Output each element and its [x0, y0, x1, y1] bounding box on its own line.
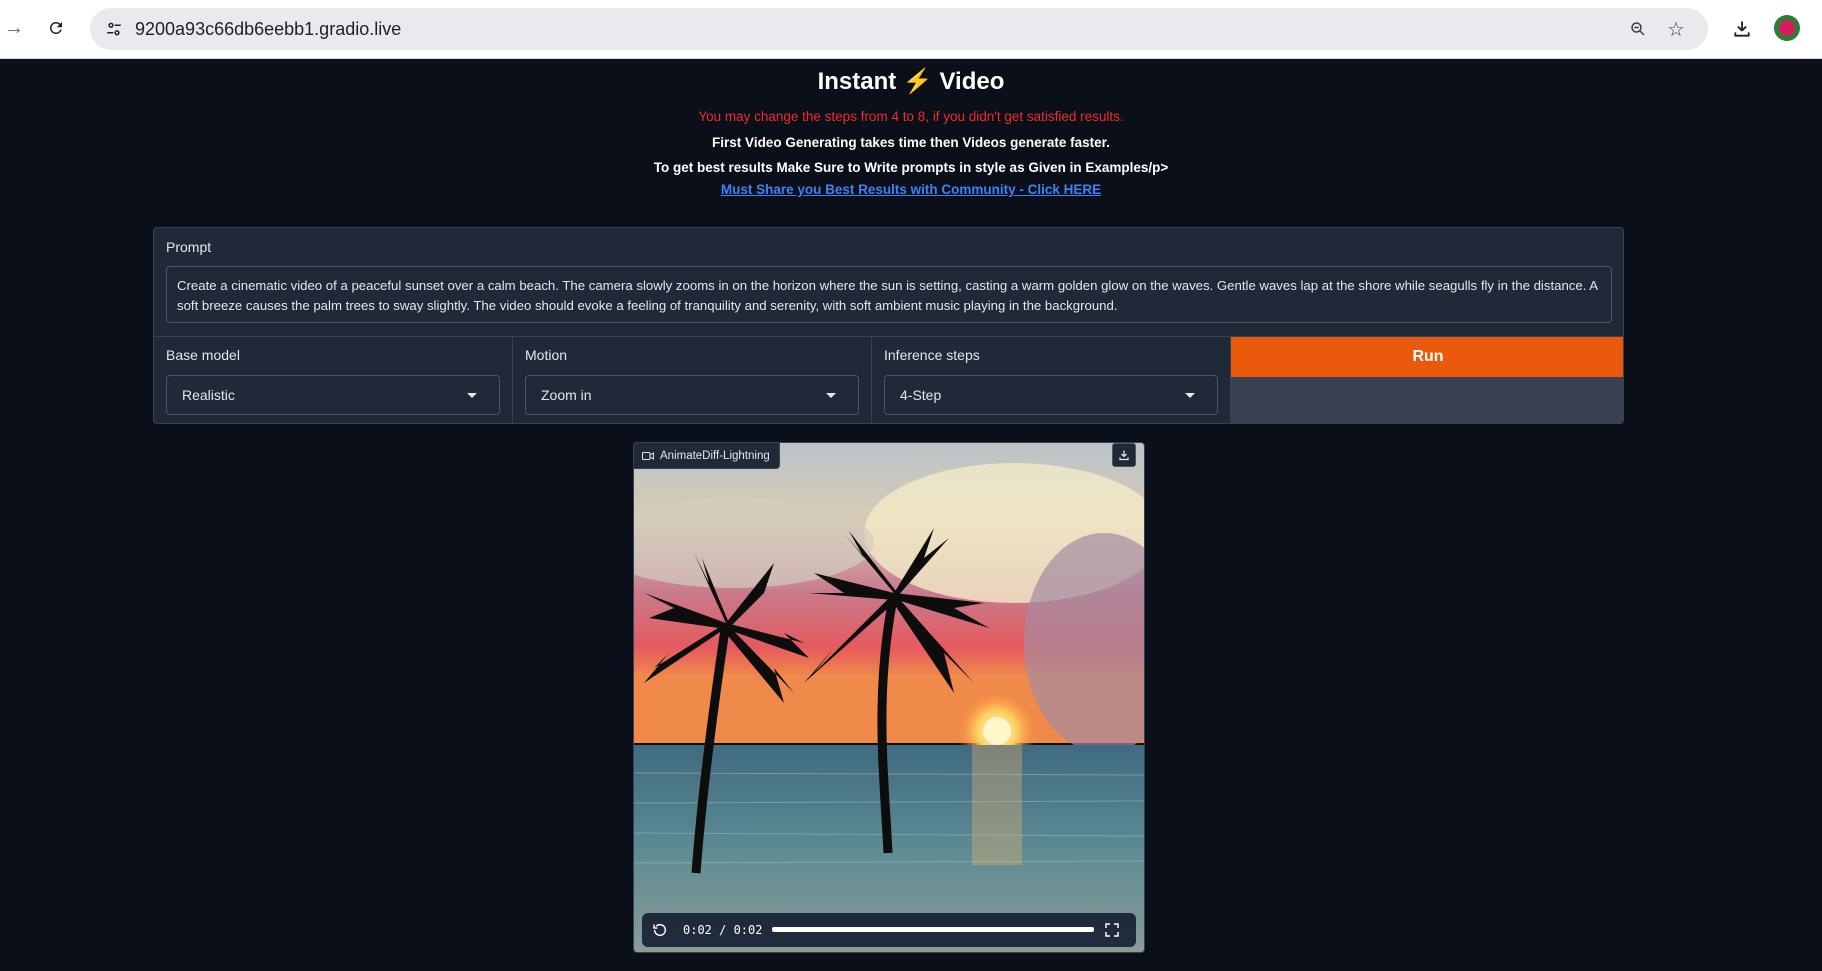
chevron-down-icon: [467, 393, 477, 398]
profile-avatar[interactable]: [1774, 15, 1800, 41]
info-line-2: To get best results Make Sure to Write p…: [653, 160, 1169, 175]
video-download-icon[interactable]: [1112, 443, 1136, 467]
site-info-icon[interactable]: [100, 15, 128, 43]
fullscreen-icon[interactable]: [1102, 920, 1122, 940]
chevron-down-icon: [826, 393, 836, 398]
replay-icon[interactable]: [650, 920, 670, 940]
reload-icon[interactable]: [42, 14, 70, 42]
run-area: Run: [1231, 337, 1623, 423]
video-controls: 0:02 / 0:02: [642, 913, 1136, 947]
base-model-block: Base model Realistic: [154, 337, 513, 423]
prompt-label: Prompt: [166, 239, 212, 255]
motion-block: Motion Zoom in: [513, 337, 872, 423]
lightning-icon: ⚡: [902, 68, 933, 95]
page-title: Instant ⚡ Video: [0, 67, 1822, 96]
zoom-icon[interactable]: [1624, 15, 1652, 43]
base-model-dropdown[interactable]: Realistic: [166, 375, 500, 415]
generation-form: Prompt Create a cinematic video of a pea…: [153, 227, 1624, 424]
progress-bar[interactable]: [772, 927, 1094, 932]
steps-dropdown[interactable]: 4-Step: [884, 375, 1218, 415]
steps-label: Inference steps: [884, 347, 980, 363]
run-button[interactable]: Run: [1231, 337, 1623, 377]
video-player[interactable]: AnimateDiff-Lightning 0:02 / 0:02: [633, 442, 1145, 953]
base-model-label: Base model: [166, 347, 240, 363]
motion-value: Zoom in: [541, 387, 592, 403]
community-link[interactable]: Must Share you Best Results with Communi…: [0, 182, 1822, 197]
playback-time: 0:02 / 0:02: [683, 923, 763, 937]
info-line-1: First Video Generating takes time then V…: [712, 135, 1110, 150]
url-text[interactable]: 9200a93c66db6eebb1.gradio.live: [135, 19, 401, 40]
motion-dropdown[interactable]: Zoom in: [525, 375, 859, 415]
forward-icon[interactable]: →: [0, 14, 28, 42]
video-frame: [634, 443, 1144, 952]
steps-block: Inference steps 4-Step: [872, 337, 1231, 423]
video-label-badge: AnimateDiff-Lightning: [634, 443, 780, 469]
bookmark-star-icon[interactable]: ☆: [1662, 15, 1690, 43]
video-label-text: AnimateDiff-Lightning: [660, 449, 770, 462]
steps-value: 4-Step: [900, 387, 942, 403]
options-row: Base model Realistic Motion Zoom in Infe…: [154, 336, 1623, 423]
motion-label: Motion: [525, 347, 568, 363]
base-model-value: Realistic: [182, 387, 235, 403]
title-right: Video: [939, 68, 1005, 95]
address-bar[interactable]: 9200a93c66db6eebb1.gradio.live ☆: [90, 8, 1708, 50]
steps-warning: You may change the steps from 4 to 8, if…: [698, 109, 1124, 124]
video-camera-icon: [642, 451, 654, 460]
prompt-textarea[interactable]: Create a cinematic video of a peaceful s…: [166, 266, 1612, 323]
title-left: Instant: [817, 68, 897, 95]
browser-toolbar: → 9200a93c66db6eebb1.gradio.live ☆: [0, 0, 1822, 59]
community-link-text[interactable]: Must Share you Best Results with Communi…: [721, 182, 1101, 197]
downloads-icon[interactable]: [1728, 15, 1756, 43]
chevron-down-icon: [1185, 393, 1195, 398]
